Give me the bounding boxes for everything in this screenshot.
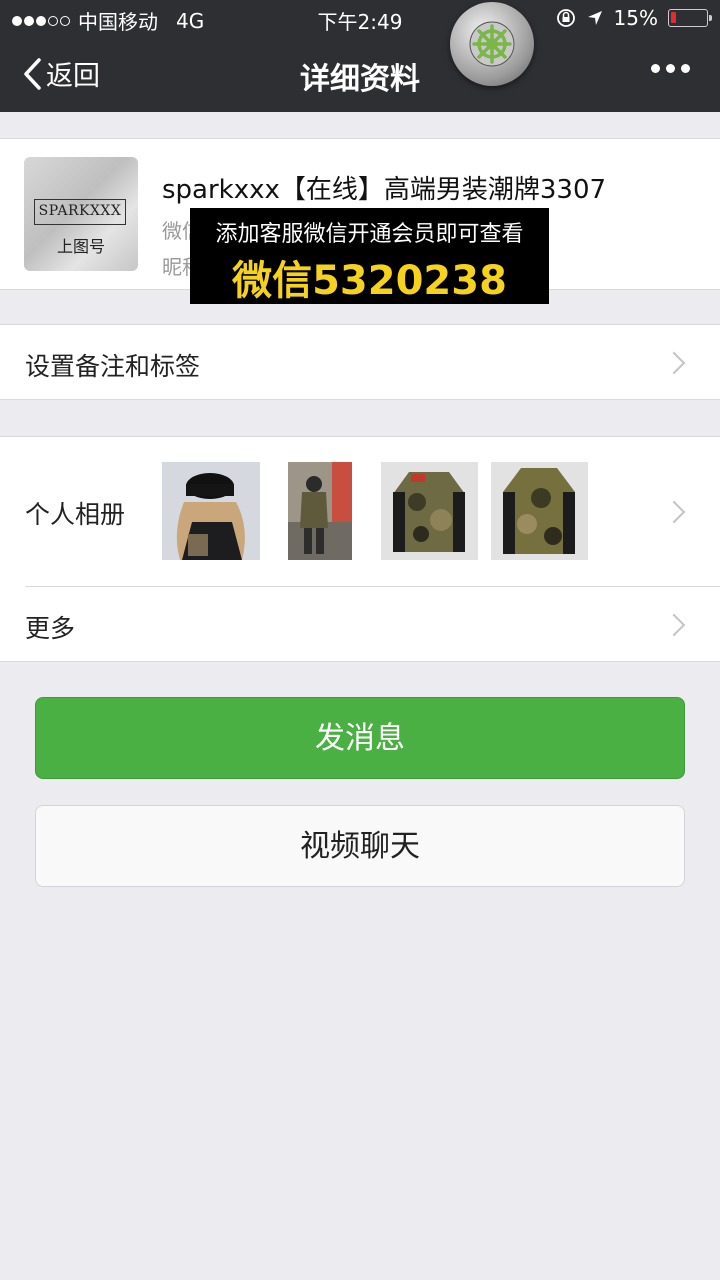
remark-label: 设置备注和标签 xyxy=(25,352,201,381)
album-group: 个人相册 更多 xyxy=(0,436,720,662)
album-photo-4[interactable] xyxy=(491,462,588,560)
status-right: 15% xyxy=(556,6,712,30)
battery-percent: 15% xyxy=(613,6,658,30)
chevron-right-icon xyxy=(662,500,686,524)
promo-overlay: 添加客服微信开通会员即可查看 微信5320238 xyxy=(190,208,549,304)
chevron-right-icon xyxy=(662,351,686,375)
battery-icon xyxy=(668,9,712,27)
send-message-button[interactable]: 发消息 xyxy=(35,697,685,779)
battery-fill xyxy=(671,12,676,23)
album-row[interactable]: 个人相册 xyxy=(0,437,720,587)
avatar[interactable]: SPARKXXX 上图号 xyxy=(24,157,138,271)
avatar-logo-text: SPARKXXX xyxy=(34,199,126,225)
more-row[interactable]: 更多 xyxy=(0,587,720,663)
profile-name: sparkxxx【在线】高端男装潮牌3307 xyxy=(162,175,607,205)
chevron-right-icon xyxy=(662,613,686,637)
promo-line-2: 微信5320238 xyxy=(232,258,507,304)
album-photo-2[interactable] xyxy=(288,462,352,560)
status-bar: 中国移动 4G 下午2:49 15% xyxy=(0,0,720,36)
avatar-subtext: 上图号 xyxy=(56,237,105,256)
album-photo-1[interactable] xyxy=(162,462,260,560)
video-chat-button[interactable]: 视频聊天 xyxy=(35,805,685,887)
album-photo-3[interactable] xyxy=(381,462,478,560)
wheel-graphic xyxy=(469,21,515,67)
navigation-bar: 返回 详细资料 xyxy=(0,36,720,112)
remark-and-tags-row[interactable]: 设置备注和标签 xyxy=(0,324,720,400)
album-label: 个人相册 xyxy=(25,500,126,529)
more-options-button[interactable] xyxy=(651,64,690,73)
more-label: 更多 xyxy=(25,614,76,643)
orientation-lock-icon xyxy=(556,9,575,27)
page-title: 详细资料 xyxy=(300,62,420,97)
ship-wheel-icon[interactable] xyxy=(450,2,534,86)
more-dots-icon xyxy=(651,64,660,73)
location-arrow-icon xyxy=(587,11,602,25)
promo-line-1: 添加客服微信开通会员即可查看 xyxy=(215,222,524,247)
